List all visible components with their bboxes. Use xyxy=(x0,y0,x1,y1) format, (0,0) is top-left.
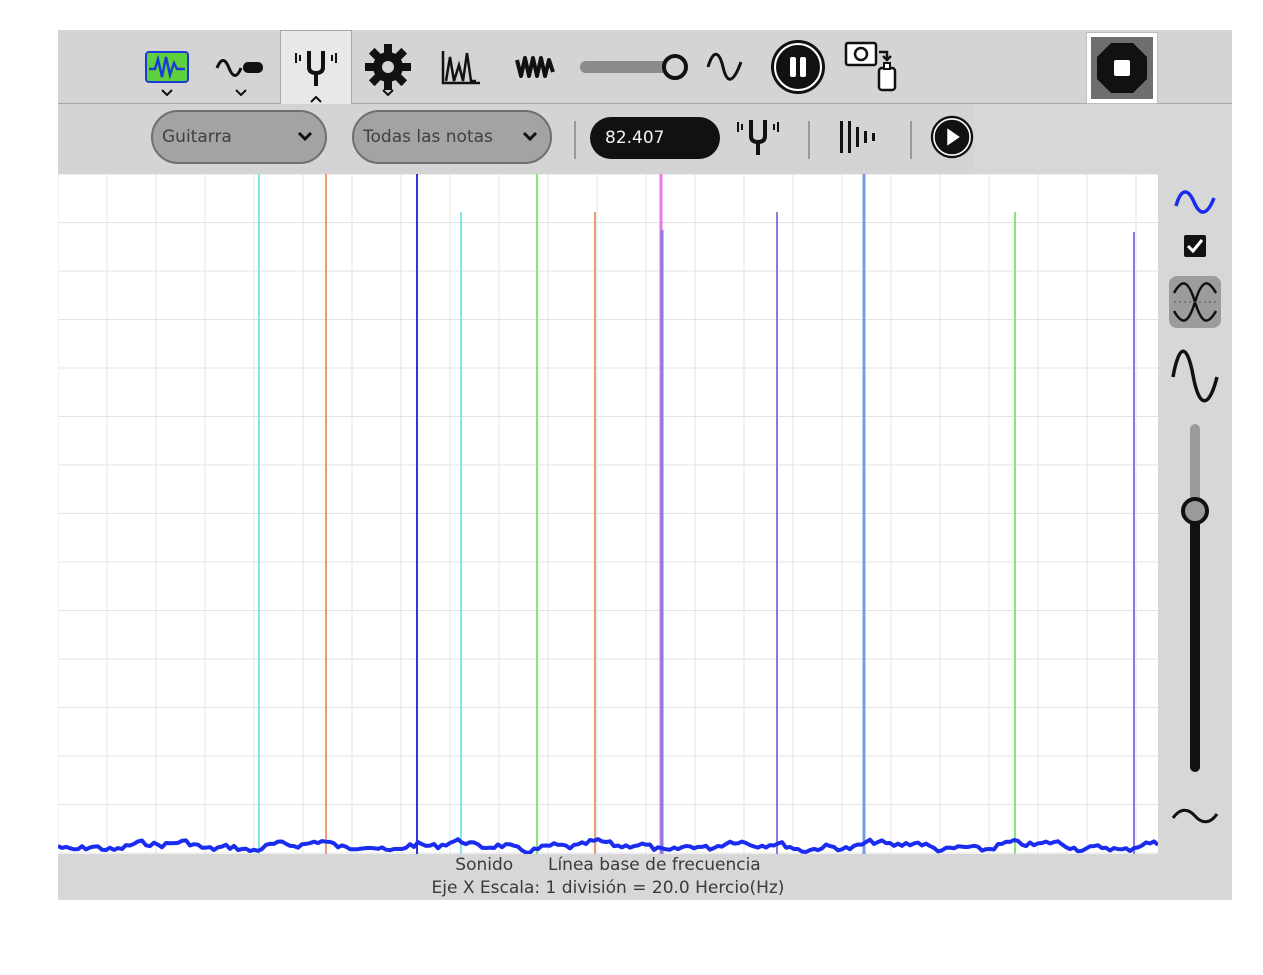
bars-icon xyxy=(840,121,875,153)
sine-icon xyxy=(706,52,743,81)
tuning-fork-icon xyxy=(295,51,337,86)
gear-icon xyxy=(365,44,411,90)
frequency-input[interactable]: 82.407 xyxy=(590,117,720,159)
bars-button[interactable] xyxy=(828,110,888,164)
sound-trace xyxy=(58,837,1158,854)
status-baseline-label: Línea base de frecuencia xyxy=(547,855,761,875)
waveform-icon xyxy=(515,56,555,78)
waveform-button[interactable] xyxy=(510,36,560,98)
status-bar: Sonido Línea base de frecuencia Eje X Es… xyxy=(58,854,1158,900)
app-window: Guitarra Todas las notas 82.407 Sonido L… xyxy=(58,30,1232,900)
capture-button[interactable] xyxy=(842,36,902,98)
status-scale-label: Eje X Escala: 1 división = 20.0 Hercio(H… xyxy=(431,878,785,898)
chevron-up-icon[interactable] xyxy=(310,96,322,103)
tuning-fork-button[interactable] xyxy=(728,110,788,164)
main-toolbar xyxy=(58,30,1232,105)
trigger-button[interactable] xyxy=(700,36,750,98)
sound-wave-icon xyxy=(145,51,189,83)
chevron-down-icon xyxy=(297,131,313,141)
instrument-select[interactable]: Guitarra xyxy=(151,110,327,164)
chevron-down-icon[interactable] xyxy=(235,89,247,96)
separator xyxy=(910,121,912,159)
slider-fill xyxy=(580,61,675,73)
amplitude-button[interactable] xyxy=(1158,346,1232,406)
trace-checkbox[interactable] xyxy=(1158,232,1232,260)
tuning-toolbar: Guitarra Todas las notas 82.407 xyxy=(58,104,974,174)
slider-knob[interactable] xyxy=(1181,497,1209,525)
instrument-select-value: Guitarra xyxy=(162,127,232,147)
flat-wave-icon xyxy=(1171,808,1219,824)
settings-button[interactable] xyxy=(360,36,416,98)
play-icon xyxy=(930,115,974,159)
notes-select[interactable]: Todas las notas xyxy=(352,110,552,164)
invert-button[interactable] xyxy=(1158,274,1232,330)
pause-icon xyxy=(771,40,825,94)
chevron-down-icon[interactable] xyxy=(382,89,394,96)
stop-icon xyxy=(1091,37,1153,99)
chevron-down-icon[interactable] xyxy=(161,89,173,96)
sensor-icon xyxy=(215,59,263,77)
sensor-button[interactable] xyxy=(214,36,268,98)
sound-button[interactable] xyxy=(142,36,192,98)
stop-button[interactable] xyxy=(1086,32,1158,104)
chevron-down-icon xyxy=(522,131,538,141)
notes-select-value: Todas las notas xyxy=(363,127,493,147)
spectrum-button[interactable] xyxy=(436,36,486,98)
frequency-value: 82.407 xyxy=(605,128,665,148)
play-button[interactable] xyxy=(930,110,974,164)
sine-icon xyxy=(1171,349,1219,403)
gain-slider[interactable] xyxy=(578,36,688,98)
separator xyxy=(574,121,576,159)
tuning-fork-icon xyxy=(737,120,779,155)
invert-wave-icon xyxy=(1169,276,1221,328)
tuning-tab[interactable] xyxy=(280,30,352,105)
slider-knob[interactable] xyxy=(662,54,688,80)
right-sidebar xyxy=(1158,174,1232,854)
sine-button[interactable] xyxy=(1158,182,1232,222)
checkbox-icon xyxy=(1184,235,1206,257)
camera-journal-icon xyxy=(844,41,897,92)
low-amplitude-button[interactable] xyxy=(1158,796,1232,836)
vertical-zoom-slider[interactable] xyxy=(1158,418,1232,778)
spectrum-icon xyxy=(441,51,480,85)
plot-canvas xyxy=(58,174,1158,854)
slider-fill xyxy=(1190,511,1200,772)
sine-icon xyxy=(1174,190,1216,214)
status-sound-label: Sonido xyxy=(455,855,514,875)
pause-button[interactable] xyxy=(768,36,828,98)
frequency-plot xyxy=(58,174,1158,854)
separator xyxy=(808,121,810,159)
